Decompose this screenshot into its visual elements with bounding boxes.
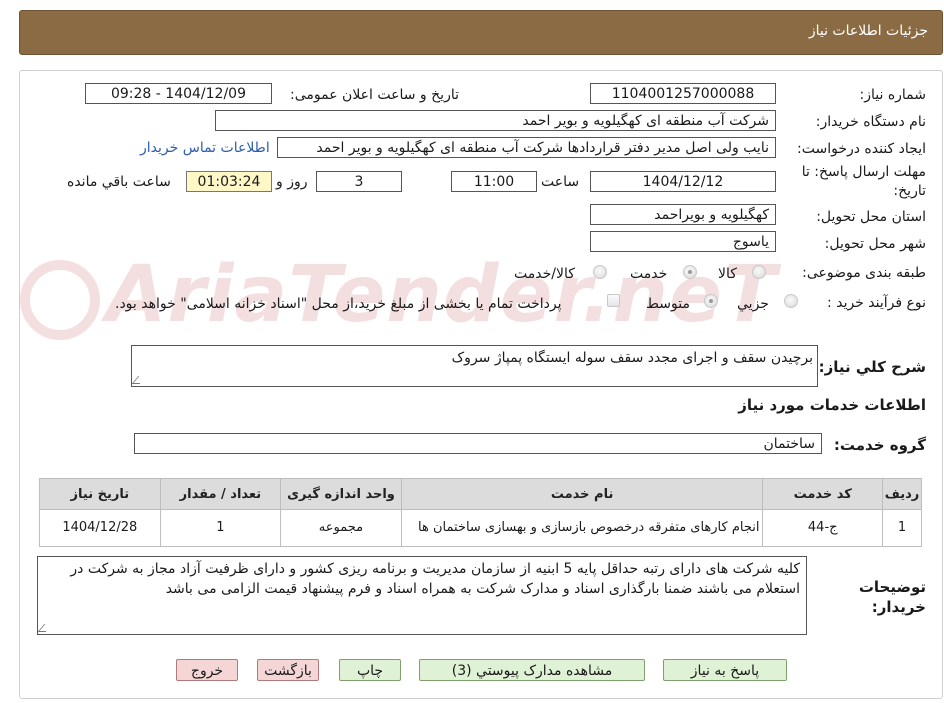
need-number-field: 1104001257000088 xyxy=(590,83,776,104)
cell-unit: مجموعه xyxy=(280,509,402,547)
days-field: 3 xyxy=(316,171,402,192)
col-unit-header: واحد اندازه گیری xyxy=(280,478,402,510)
requester-label: ایجاد کننده درخواست: xyxy=(797,141,926,157)
days-label: روز و xyxy=(276,174,308,190)
resize-grip-icon[interactable] xyxy=(37,624,53,632)
requester-field: نایب ولی اصل مدیر دفتر قراردادها شرکت آب… xyxy=(277,137,776,158)
col-row-header: ردیف xyxy=(882,478,922,510)
buyer-notes-text: کلیه شرکت های دارای رتبه حداقل پایه 5 اب… xyxy=(70,561,800,597)
cell-service-name: انجام کارهای متفرقه درخصوص بازسازی و بهس… xyxy=(400,509,764,547)
announce-label: تاریخ و ساعت اعلان عمومی: xyxy=(290,87,459,103)
process-option-medium: متوسط xyxy=(646,296,690,312)
page-header: جزئیات اطلاعات نیاز xyxy=(19,10,943,55)
category-option-goods: کالا xyxy=(718,266,737,282)
deadline-date-field: 1404/12/12 xyxy=(590,171,776,192)
treasury-payment-note: پرداخت تمام یا بخشی از مبلغ خرید،از محل … xyxy=(115,296,562,312)
remaining-label: ساعت باقي مانده xyxy=(67,174,171,190)
announce-field: 1404/12/09 - 09:28 xyxy=(85,83,272,104)
buyer-org-field: شرکت آب منطقه ای کهگیلویه و بویر احمد xyxy=(215,110,776,131)
buyer-org-label: نام دستگاه خریدار: xyxy=(815,114,926,130)
col-date-header: تاریخ نیاز xyxy=(39,478,161,510)
services-section-title: اطلاعات خدمات مورد نیاز xyxy=(738,396,926,414)
remaining-time-field: 01:03:24 xyxy=(186,171,272,192)
service-group-label: گروه خدمت: xyxy=(833,436,926,454)
back-button[interactable]: بازگشت xyxy=(257,659,319,681)
services-table: ردیف کد خدمت نام خدمت واحد اندازه گیری ت… xyxy=(39,478,922,547)
deadline-label: مهلت ارسال پاسخ: تا xyxy=(801,164,926,180)
buyer-notes-label: توضیحات xyxy=(858,578,926,596)
need-number-label: شماره نیاز: xyxy=(859,87,927,103)
category-radio-service[interactable] xyxy=(683,265,697,279)
cell-quantity: 1 xyxy=(159,509,282,547)
category-radio-goods[interactable] xyxy=(752,265,766,279)
contact-buyer-link[interactable]: اطلاعات تماس خریدار xyxy=(140,140,270,156)
treasury-payment-checkbox[interactable] xyxy=(607,294,620,307)
description-label: شرح کلي نياز: xyxy=(818,358,926,376)
col-code-header: کد خدمت xyxy=(762,478,883,510)
page-title: جزئیات اطلاعات نیاز xyxy=(808,23,928,39)
time-label: ساعت xyxy=(541,174,580,190)
cell-service-code: ج-44 xyxy=(762,509,883,547)
resize-grip-icon[interactable] xyxy=(131,376,147,384)
table-row: 1 ج-44 انجام کارهای متفرقه درخصوص بازساز… xyxy=(39,509,922,547)
table-header-row: ردیف کد خدمت نام خدمت واحد اندازه گیری ت… xyxy=(39,478,922,510)
province-label: استان محل تحویل: xyxy=(816,209,926,225)
exit-button[interactable]: خروج xyxy=(176,659,238,681)
buyer-notes-label-2: خریدار: xyxy=(871,598,926,616)
category-label: طبقه بندی موضوعی: xyxy=(802,265,926,281)
view-attachments-button[interactable]: مشاهده مدارک پیوستي (3) xyxy=(419,659,645,681)
process-radio-minor[interactable] xyxy=(784,294,798,308)
service-group-field: ساختمان xyxy=(134,433,822,454)
process-label: نوع فرآیند خرید : xyxy=(827,295,926,311)
deadline-time-field: 11:00 xyxy=(451,171,537,192)
category-radio-goods-service[interactable] xyxy=(593,265,607,279)
city-label: شهر محل تحویل: xyxy=(824,236,926,252)
process-option-minor: جزيي xyxy=(737,296,769,312)
city-field: یاسوج xyxy=(590,231,776,252)
cell-need-date: 1404/12/28 xyxy=(39,509,161,547)
print-button[interactable]: چاپ xyxy=(339,659,401,681)
col-qty-header: تعداد / مقدار xyxy=(159,478,282,510)
col-name-header: نام خدمت xyxy=(400,478,764,510)
reply-button[interactable]: پاسخ به نیاز xyxy=(663,659,787,681)
cell-row-number: 1 xyxy=(882,509,922,547)
description-text: برچیدن سقف و اجرای مجدد سقف سوله ایستگاه… xyxy=(451,350,813,366)
category-option-goods-service: کالا/خدمت xyxy=(514,266,575,282)
deadline-label-2: تاریخ: xyxy=(893,183,926,199)
process-radio-medium[interactable] xyxy=(704,294,718,308)
description-textarea[interactable]: برچیدن سقف و اجرای مجدد سقف سوله ایستگاه… xyxy=(131,345,818,387)
buyer-notes-textarea[interactable]: کلیه شرکت های دارای رتبه حداقل پایه 5 اب… xyxy=(37,556,807,635)
province-field: کهگیلویه و بویراحمد xyxy=(590,204,776,225)
category-option-service: خدمت xyxy=(630,266,668,282)
